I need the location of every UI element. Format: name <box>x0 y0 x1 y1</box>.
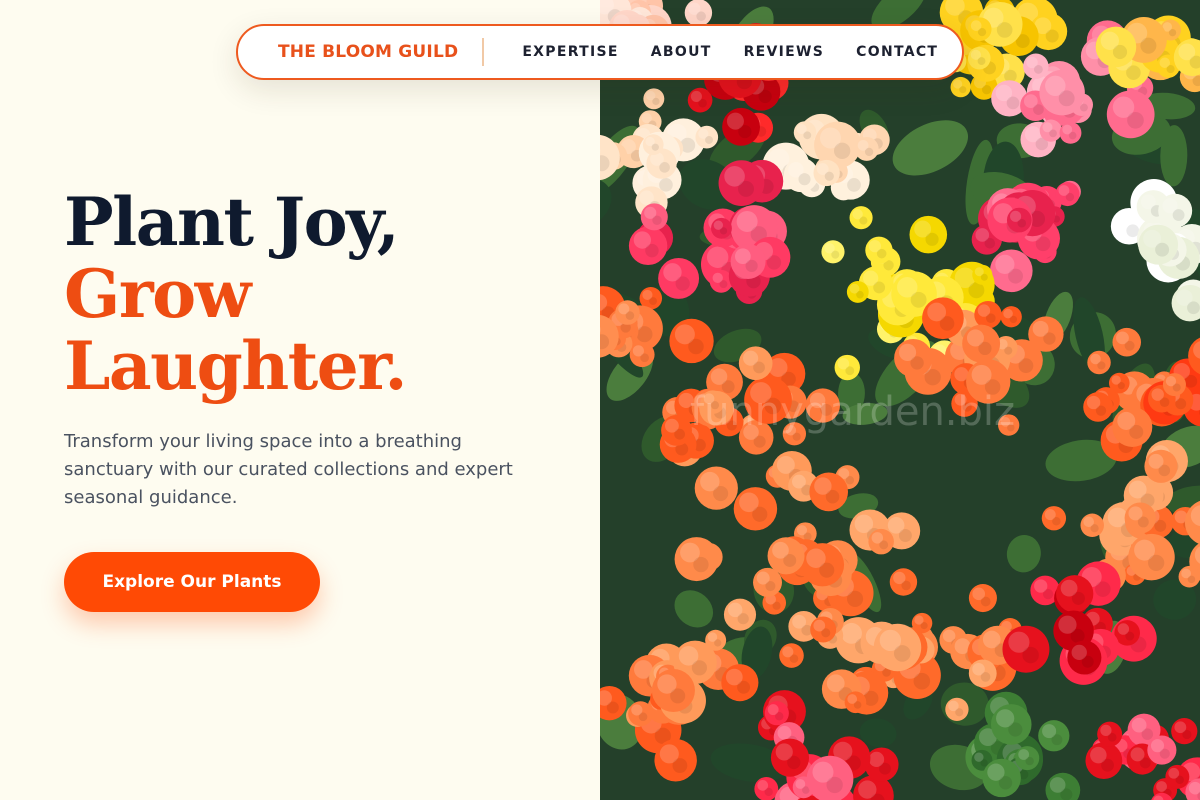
nav-links: EXPERTISE ABOUT REVIEWS CONTACT <box>506 44 954 60</box>
headline-line-3: Laughter. <box>64 327 407 405</box>
hero-flower-photo: funnygarden.biz <box>600 0 1200 800</box>
nav-link-expertise[interactable]: EXPERTISE <box>506 44 634 60</box>
brand-logo[interactable]: THE BLOOM GUILD <box>278 42 458 62</box>
nav-link-about[interactable]: ABOUT <box>635 44 728 60</box>
hero-subtext: Transform your living space into a breat… <box>64 431 513 508</box>
hero-headline: Plant Joy, Grow Laughter. <box>64 186 564 402</box>
headline-line-2: Grow <box>64 255 251 333</box>
nav-divider <box>482 38 485 66</box>
hero-section: Plant Joy, Grow Laughter. <box>64 186 564 402</box>
explore-plants-button[interactable]: Explore Our Plants <box>64 552 320 612</box>
main-navigation: THE BLOOM GUILD EXPERTISE ABOUT REVIEWS … <box>236 24 964 80</box>
nav-link-contact[interactable]: CONTACT <box>840 44 954 60</box>
begonia-flowers-image: funnygarden.biz <box>600 0 1200 800</box>
headline-line-1: Plant Joy, <box>64 183 400 261</box>
nav-link-reviews[interactable]: REVIEWS <box>728 44 841 60</box>
photo-watermark: funnygarden.biz <box>690 389 1015 435</box>
